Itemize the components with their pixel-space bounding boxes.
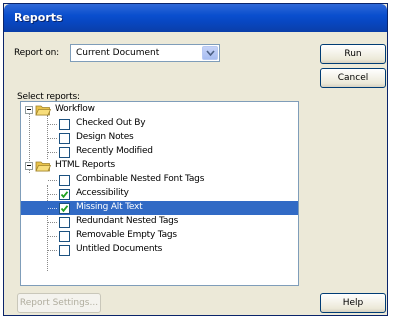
help-button[interactable]: Help — [320, 293, 386, 313]
report-settings-button[interactable]: Report Settings... — [17, 293, 101, 313]
tree-line — [48, 250, 57, 251]
checkbox-checked[interactable] — [59, 189, 70, 200]
window-title: Reports — [14, 11, 63, 24]
report-label: Checked Out By — [76, 118, 146, 128]
report-label: Recently Modified — [76, 146, 153, 156]
checkmark-icon — [60, 191, 69, 199]
report-label: Redundant Nested Tags — [76, 216, 179, 226]
report-label: Accessibility — [76, 188, 129, 198]
tree-item[interactable]: Untitled Documents — [21, 243, 298, 257]
tree-line — [48, 194, 57, 195]
title-bar[interactable]: Reports — [4, 4, 387, 32]
tree-item[interactable]: Removable Empty Tags — [21, 229, 298, 243]
tree-folder-html-reports[interactable]: HTML Reports — [21, 159, 298, 173]
report-label: Removable Empty Tags — [76, 230, 177, 240]
tree-folder-label: Workflow — [55, 104, 95, 114]
report-label: Design Notes — [76, 132, 134, 142]
tree-line — [48, 124, 57, 125]
report-label: Missing Alt Text — [76, 202, 143, 212]
tree-item[interactable]: Design Notes — [21, 131, 298, 145]
checkbox[interactable] — [59, 133, 70, 144]
checkbox[interactable] — [59, 245, 70, 256]
tree-line — [48, 152, 57, 153]
report-on-value: Current Document — [76, 48, 160, 58]
tree-item[interactable]: Redundant Nested Tags — [21, 215, 298, 229]
reports-dialog: Reports Report on: Current Document Run … — [3, 3, 388, 316]
collapse-icon[interactable] — [25, 106, 33, 114]
report-label: Combinable Nested Font Tags — [76, 174, 205, 184]
tree-item-selected[interactable]: Missing Alt Text — [21, 201, 298, 215]
tree-line — [48, 222, 57, 223]
tree-line — [48, 208, 57, 209]
report-label: Untitled Documents — [76, 244, 163, 254]
tree-item[interactable]: Accessibility — [21, 187, 298, 201]
tree-folder-workflow[interactable]: Workflow — [21, 103, 298, 117]
report-on-select[interactable]: Current Document — [70, 44, 220, 62]
tree-item[interactable]: Checked Out By — [21, 117, 298, 131]
checkmark-icon — [60, 205, 69, 213]
chevron-down-icon[interactable] — [202, 46, 218, 60]
report-on-label: Report on: — [14, 48, 59, 58]
tree-folder-label: HTML Reports — [55, 160, 116, 170]
checkbox[interactable] — [59, 119, 70, 130]
cancel-button[interactable]: Cancel — [320, 68, 386, 88]
folder-open-icon — [35, 161, 51, 172]
checkbox[interactable] — [59, 217, 70, 228]
reports-tree[interactable]: Workflow Checked Out By Design Notes Rec… — [20, 101, 299, 286]
checkbox[interactable] — [59, 147, 70, 158]
tree-line — [48, 138, 57, 139]
tree-line — [48, 236, 57, 237]
checkbox-checked[interactable] — [59, 203, 70, 214]
checkbox[interactable] — [59, 231, 70, 242]
run-button[interactable]: Run — [320, 44, 386, 64]
folder-open-icon — [35, 105, 51, 116]
checkbox[interactable] — [59, 175, 70, 186]
tree-item[interactable]: Combinable Nested Font Tags — [21, 173, 298, 187]
collapse-icon[interactable] — [25, 162, 33, 170]
tree-line — [48, 180, 57, 181]
tree-item[interactable]: Recently Modified — [21, 145, 298, 159]
